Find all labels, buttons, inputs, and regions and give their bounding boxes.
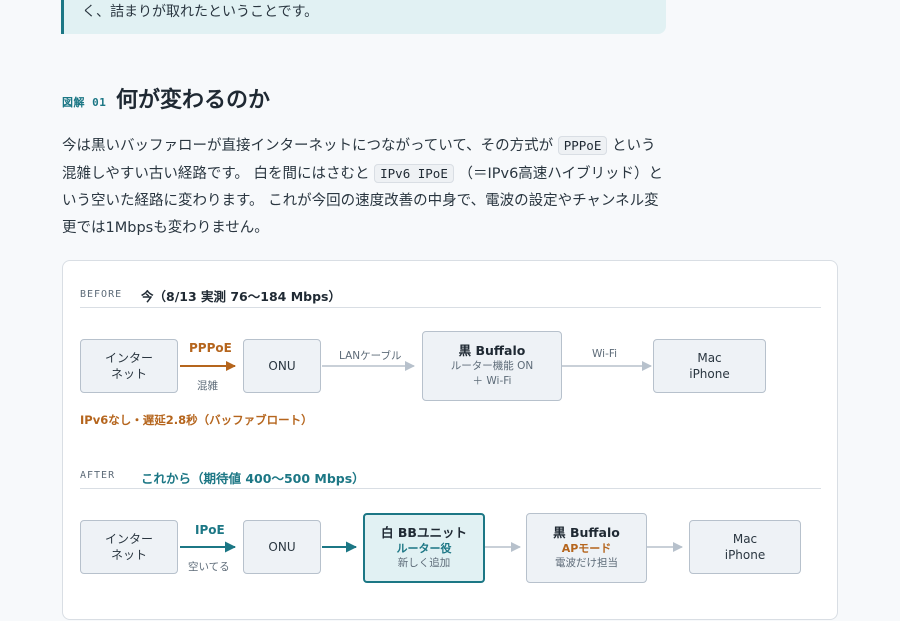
before-tag: BEFORE xyxy=(80,289,123,300)
callout-box: く、詰まりが取れたということです。 xyxy=(61,0,666,34)
node-label: ONU xyxy=(268,359,296,373)
node-title: 黒 Buffalo xyxy=(553,525,620,540)
node-sub-1: ルーター機能 ON xyxy=(450,360,534,372)
after-node-internet: インター ネット xyxy=(80,520,178,574)
after-title: これから（期待値 400〜500 Mbps） xyxy=(141,471,365,486)
before-node-black-buffalo: 黒 Buffalo ルーター機能 ON ＋ Wi-Fi xyxy=(422,331,562,401)
node-label-line1: Mac xyxy=(697,351,722,365)
before-note: IPv6なし・遅延2.8秒（バッファブロート） xyxy=(80,413,313,427)
node-title: 白 BBユニット xyxy=(381,525,467,540)
before-divider xyxy=(80,307,821,308)
before-edge-wifi-label: Wi-Fi xyxy=(592,348,618,360)
code-ipv6-ipoe: IPv6 IPoE xyxy=(374,164,454,183)
node-label-line1: インター xyxy=(104,351,153,365)
paragraph-text-1: 今は黒いバッファローが直接インターネットにつながっていて、その方式が xyxy=(62,138,554,154)
node-label-line2: iPhone xyxy=(689,367,730,381)
node-sub-1: ルーター役 xyxy=(396,542,452,555)
node-sub-2: ＋ Wi-Fi xyxy=(472,375,512,387)
node-label-line1: Mac xyxy=(732,532,758,546)
node-sub-1: APモード xyxy=(561,542,612,555)
diagram-card: BEFORE 今（8/13 実測 76〜184 Mbps） インター ネット P… xyxy=(62,260,838,620)
code-pppoe: PPPoE xyxy=(557,136,608,155)
after-edge-free-label: 空いてる xyxy=(188,561,230,573)
node-label-line2: iPhone xyxy=(724,548,766,562)
before-node-client: Mac iPhone xyxy=(653,339,766,393)
before-node-onu: ONU xyxy=(243,339,321,393)
after-edge-ipoe-label: IPoE xyxy=(195,523,225,537)
node-label-line2: ネット xyxy=(110,367,147,381)
before-edge-pppoe-label: PPPoE xyxy=(189,341,232,355)
before-edge-lan-label: LANケーブル xyxy=(339,350,402,362)
after-divider xyxy=(80,488,821,489)
explanation-paragraph: 今は黒いバッファローが直接インターネットにつながっていて、その方式が PPPoE… xyxy=(62,132,667,242)
section-title: 何が変わるのか xyxy=(116,87,271,113)
callout-text: く、詰まりが取れたということです。 xyxy=(82,4,319,20)
before-edge-congested-label: 混雑 xyxy=(197,380,218,392)
after-node-client: Mac iPhone xyxy=(689,520,801,574)
node-title: 黒 Buffalo xyxy=(458,343,526,358)
node-label: ONU xyxy=(268,540,296,554)
after-node-black-buffalo: 黒 Buffalo APモード 電波だけ担当 xyxy=(526,513,647,583)
before-node-internet: インター ネット xyxy=(80,339,178,393)
node-label-line2: ネット xyxy=(110,548,147,562)
after-tag: AFTER xyxy=(80,470,116,481)
figure-label: 図解 01 xyxy=(62,96,107,109)
before-title: 今（8/13 実測 76〜184 Mbps） xyxy=(141,289,341,304)
node-label-line1: インター xyxy=(104,532,153,546)
after-node-white-bb-unit: 白 BBユニット ルーター役 新しく追加 xyxy=(363,513,485,583)
node-sub-2: 電波だけ担当 xyxy=(555,557,618,569)
after-node-onu: ONU xyxy=(243,520,321,574)
page: く、詰まりが取れたということです。 図解 01 何が変わるのか 今は黒いバッファ… xyxy=(0,0,900,620)
node-sub-2: 新しく追加 xyxy=(397,557,451,569)
